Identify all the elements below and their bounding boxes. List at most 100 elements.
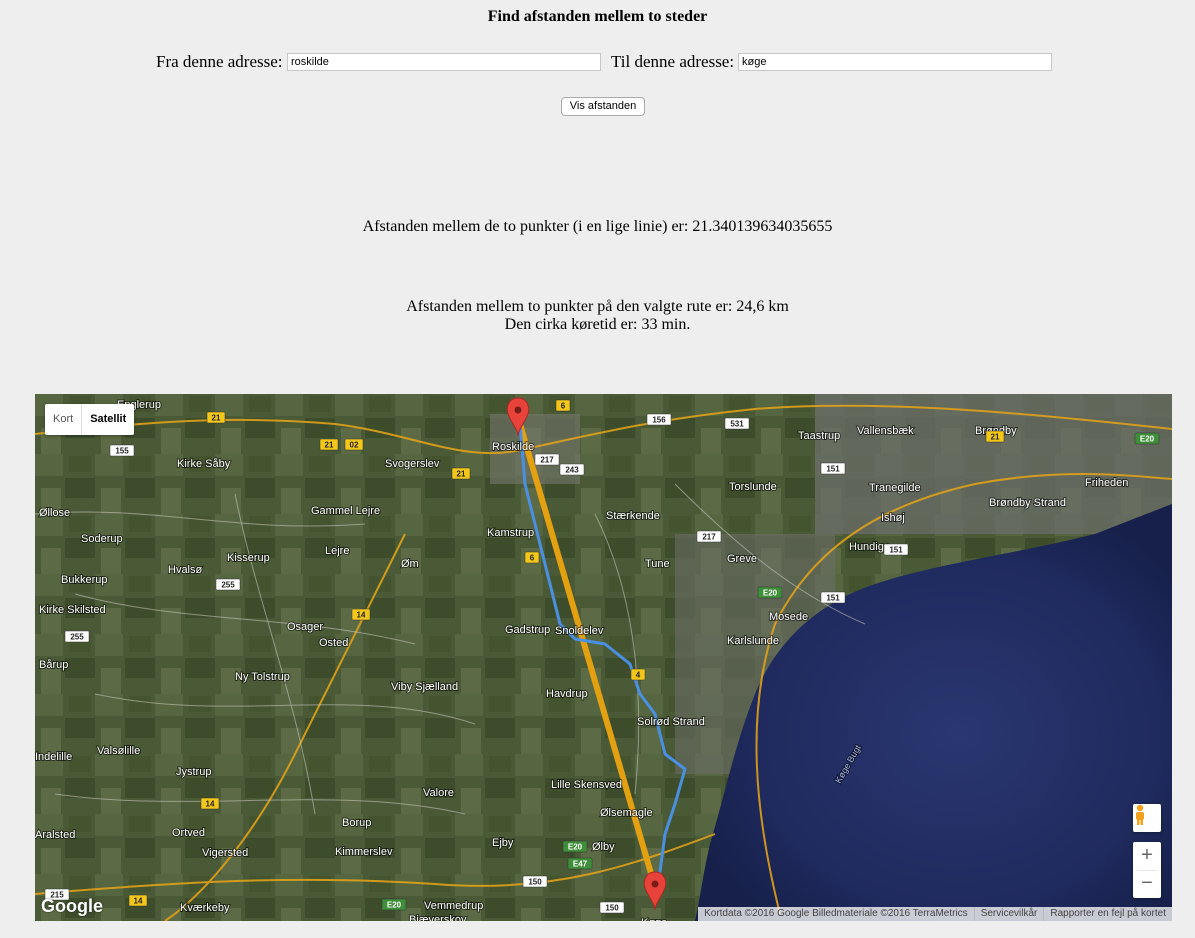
svg-text:4: 4: [636, 671, 641, 680]
place-label: Kirke Såby: [177, 458, 231, 470]
road-shield: 21: [985, 430, 1005, 443]
place-label: Vemmedrup: [424, 900, 483, 912]
place-label: Borup: [342, 817, 371, 829]
place-label: Tranegilde: [869, 482, 921, 494]
road-shield: 151: [820, 462, 846, 475]
place-label: Mosede: [769, 611, 808, 623]
place-label: Køge: [641, 917, 667, 921]
place-label: Kimmerslev: [335, 846, 393, 858]
report-error-link[interactable]: Rapporter en fejl på kortet: [1043, 907, 1172, 921]
road-shield: 6: [555, 399, 571, 412]
show-distance-button[interactable]: Vis afstanden: [561, 97, 645, 116]
road-shield: 21: [319, 438, 339, 451]
urban-area: [815, 394, 1172, 534]
place-label: Valsølille: [97, 745, 140, 757]
straight-line-distance-text: Afstanden mellem de to punkter (i en lig…: [362, 218, 833, 235]
zoom-in-button[interactable]: +: [1133, 842, 1161, 870]
svg-text:217: 217: [702, 533, 716, 542]
svg-text:14: 14: [357, 611, 366, 620]
svg-text:21: 21: [212, 414, 221, 423]
place-label: Havdrup: [546, 688, 588, 700]
svg-text:6: 6: [530, 554, 535, 563]
place-label: Valore: [423, 787, 454, 799]
map-satellite-view[interactable]: Roskilde Svogerslev Kirke Såby Gammel Lejre…: [35, 394, 1172, 921]
svg-text:150: 150: [605, 904, 619, 913]
svg-text:255: 255: [221, 581, 235, 590]
svg-text:21: 21: [991, 433, 1000, 442]
map-canvas: Roskilde Svogerslev Kirke Såby Gammel Lejre…: [35, 394, 1172, 921]
road-shield: E20: [1134, 432, 1160, 445]
svg-text:14: 14: [206, 800, 215, 809]
svg-text:21: 21: [457, 470, 466, 479]
place-label: Aralsted: [35, 829, 75, 841]
svg-text:217: 217: [540, 456, 554, 465]
place-label: Stærkende: [606, 510, 660, 522]
svg-text:155: 155: [115, 447, 129, 456]
to-address-input[interactable]: køge: [738, 53, 1052, 71]
svg-text:E20: E20: [568, 843, 583, 852]
place-label: Kirke Skilsted: [39, 604, 106, 616]
from-address-input[interactable]: roskilde: [287, 53, 601, 71]
place-label: Kværkeby: [180, 902, 230, 914]
road-shield: 531: [724, 417, 750, 430]
place-label: Brøndby Strand: [989, 497, 1066, 509]
place-label: Snoldelev: [555, 625, 604, 637]
place-label: Vigersted: [202, 847, 248, 859]
svg-text:14: 14: [134, 897, 143, 906]
place-label: Ølby: [592, 841, 615, 853]
street-view-pegman-icon[interactable]: [1133, 804, 1161, 832]
map-attribution: Kortdata ©2016 Google Billedmateriale ©2…: [698, 907, 1172, 921]
place-label: Jystrup: [176, 766, 211, 778]
svg-text:255: 255: [70, 633, 84, 642]
place-label: Ishøj: [881, 512, 905, 524]
road-shield: 255: [64, 630, 90, 643]
zoom-out-button[interactable]: −: [1133, 870, 1161, 898]
place-label: Solrød Strand: [637, 716, 705, 728]
place-label: Friheden: [1085, 477, 1128, 489]
place-label: Osted: [319, 637, 348, 649]
road-shield: 156: [646, 413, 672, 426]
map-type-kort-button[interactable]: Kort: [45, 404, 83, 435]
place-label: Viby Sjælland: [391, 681, 458, 693]
road-shield: 243: [559, 463, 585, 476]
road-shield: E47: [567, 857, 593, 870]
svg-text:151: 151: [826, 465, 840, 474]
svg-text:156: 156: [652, 416, 666, 425]
map-type-satellite-button[interactable]: Satellit: [82, 404, 134, 435]
place-label: Tune: [645, 558, 670, 570]
road-shield: E20: [562, 840, 588, 853]
svg-text:151: 151: [826, 594, 840, 603]
place-label: Bjæverskov: [409, 914, 467, 921]
terms-link[interactable]: Servicevilkår: [973, 907, 1044, 921]
place-label: Gammel Lejre: [311, 505, 380, 517]
svg-text:531: 531: [730, 420, 744, 429]
svg-text:150: 150: [528, 878, 542, 887]
road-shield: 150: [599, 901, 625, 914]
road-shield: 6: [524, 551, 540, 564]
from-address-label: Fra denne adresse:: [156, 52, 283, 71]
place-label: Svogerslev: [385, 458, 440, 470]
road-shield: 21: [451, 467, 471, 480]
road-shield: E20: [381, 898, 407, 911]
place-label: Ejby: [492, 837, 514, 849]
road-shield: 150: [522, 875, 548, 888]
place-label: Kisserup: [227, 552, 270, 564]
road-shield: 217: [534, 453, 560, 466]
page-title: Find afstanden mellem to steder: [487, 8, 708, 25]
place-label: Soderup: [81, 533, 123, 545]
road-shield: E20: [757, 586, 783, 599]
place-label: Torslunde: [729, 481, 777, 493]
place-label: Kamstrup: [487, 527, 534, 539]
place-label: Roskilde: [492, 441, 534, 453]
svg-text:E47: E47: [573, 860, 588, 869]
road-shield: 02: [344, 438, 364, 451]
svg-text:21: 21: [325, 441, 334, 450]
road-shield: 21: [206, 411, 226, 424]
road-shield: 14: [200, 797, 220, 810]
drive-time-text: Den cirka køretid er: 33 min.: [504, 316, 691, 333]
google-logo: Google: [41, 896, 103, 916]
place-label: Karlslunde: [727, 635, 779, 647]
place-label: Øllose: [39, 507, 70, 519]
svg-text:02: 02: [350, 441, 359, 450]
place-label: Ortved: [172, 827, 205, 839]
